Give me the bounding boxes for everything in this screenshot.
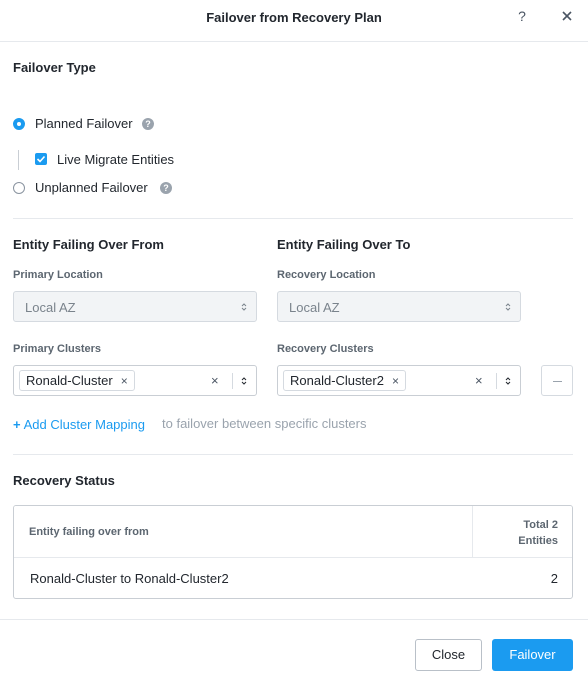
remove-tag-icon[interactable]: × (121, 374, 128, 388)
dialog-header: Failover from Recovery Plan ? (0, 0, 588, 42)
table-row-count: 2 (550, 571, 558, 586)
recovery-location-select[interactable]: Local AZ (277, 291, 521, 322)
indent-line (18, 150, 19, 170)
primary-clusters-label: Primary Clusters (13, 343, 102, 355)
cluster-tag-label: Ronald-Cluster2 (290, 373, 384, 388)
unplanned-failover-radio[interactable] (13, 182, 25, 194)
chevron-up-down-icon[interactable] (241, 376, 247, 386)
chevron-up-down-icon (505, 303, 511, 311)
unplanned-failover-label[interactable]: Unplanned Failover (35, 180, 148, 195)
total-line-1: Total 2 (523, 519, 558, 531)
plus-icon: + (13, 417, 21, 432)
cluster-tag: Ronald-Cluster2 × (283, 370, 406, 391)
add-mapping-hint: to failover between specific clusters (162, 416, 367, 431)
clear-icon[interactable]: × (475, 373, 483, 388)
divider (13, 454, 573, 455)
table-header: Entity failing over from Total 2 Entitie… (14, 506, 572, 558)
add-cluster-mapping-label: Add Cluster Mapping (23, 417, 145, 432)
to-title: Entity Failing Over To (277, 237, 411, 252)
close-icon[interactable] (560, 9, 574, 23)
primary-location-value: Local AZ (25, 300, 76, 315)
primary-location-label: Primary Location (13, 269, 103, 281)
unplanned-failover-help-icon[interactable]: ? (160, 182, 172, 194)
primary-clusters-select[interactable]: Ronald-Cluster × × (13, 365, 257, 396)
recovery-location-value: Local AZ (289, 300, 340, 315)
check-icon (36, 155, 46, 163)
planned-failover-radio[interactable] (13, 118, 25, 130)
remove-tag-icon[interactable]: × (392, 374, 399, 388)
clear-icon[interactable]: × (211, 373, 219, 388)
help-icon[interactable]: ? (515, 8, 529, 24)
separator (232, 373, 233, 389)
dialog-title: Failover from Recovery Plan (206, 10, 382, 25)
primary-location-select[interactable]: Local AZ (13, 291, 257, 322)
live-migrate-checkbox[interactable] (35, 153, 47, 165)
failover-type-title: Failover Type (13, 60, 96, 75)
recovery-location-label: Recovery Location (277, 269, 376, 281)
cluster-tag: Ronald-Cluster × (19, 370, 135, 391)
column-header-total: Total 2 Entities (498, 517, 558, 549)
minus-icon (553, 381, 562, 382)
recovery-clusters-select[interactable]: Ronald-Cluster2 × × (277, 365, 521, 396)
remove-mapping-button[interactable] (541, 365, 573, 396)
planned-failover-help-icon[interactable]: ? (142, 118, 154, 130)
close-button[interactable]: Close (415, 639, 482, 671)
table-row-entity: Ronald-Cluster to Ronald-Cluster2 (30, 571, 229, 586)
live-migrate-label[interactable]: Live Migrate Entities (57, 152, 174, 167)
recovery-status-table: Entity failing over from Total 2 Entitie… (13, 505, 573, 599)
chevron-up-down-icon (241, 303, 247, 311)
add-cluster-mapping-link[interactable]: + Add Cluster Mapping (13, 417, 145, 432)
chevron-up-down-icon[interactable] (505, 376, 511, 386)
recovery-status-title: Recovery Status (13, 473, 115, 488)
column-header-entity: Entity failing over from (29, 526, 149, 538)
divider (13, 218, 573, 219)
total-line-2: Entities (518, 535, 558, 547)
failover-button[interactable]: Failover (492, 639, 573, 671)
from-title: Entity Failing Over From (13, 237, 164, 252)
planned-failover-label[interactable]: Planned Failover (35, 116, 133, 131)
column-separator (472, 506, 473, 558)
recovery-clusters-label: Recovery Clusters (277, 343, 374, 355)
cluster-tag-label: Ronald-Cluster (26, 373, 113, 388)
footer-divider (0, 619, 588, 620)
separator (496, 373, 497, 389)
